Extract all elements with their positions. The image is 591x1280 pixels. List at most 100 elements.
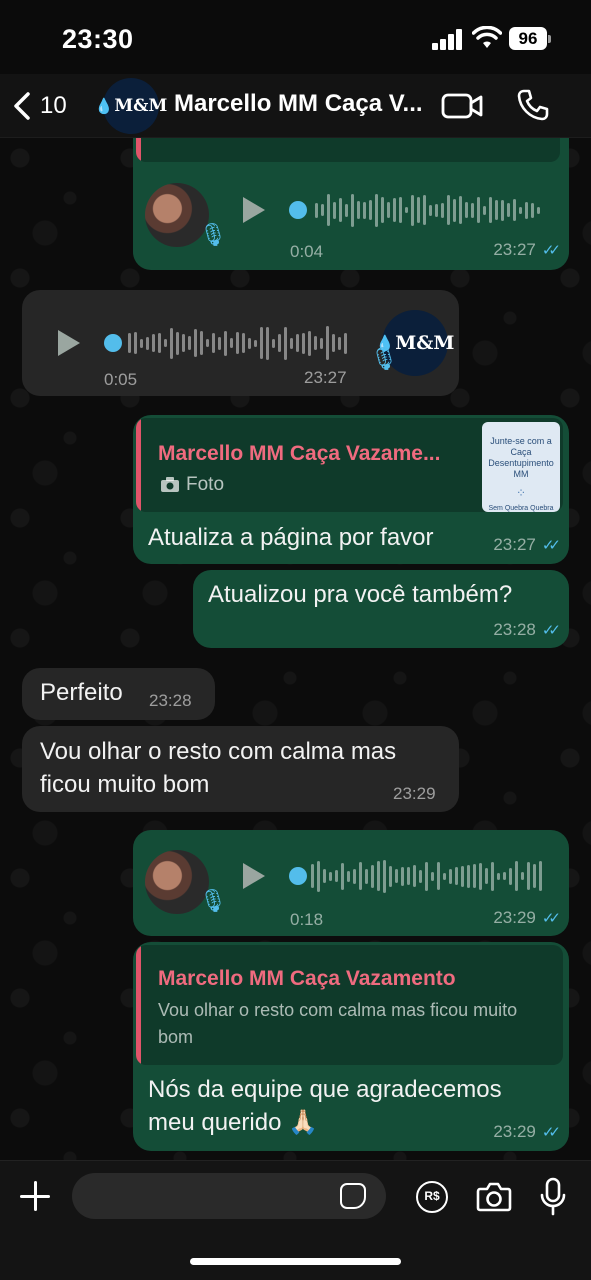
waveform-bar [477,197,480,223]
waveform-bar [317,860,320,892]
waveform-bar [164,339,167,347]
message-text: Atualiza a página por favor [148,524,434,551]
avatar-logo-text: M&M [114,96,168,116]
sticker-icon[interactable] [340,1183,366,1209]
waveform-bar [170,327,173,359]
message-meta: 23:27 ✓✓ [493,240,561,260]
waveform-bar [459,196,462,224]
message-input[interactable] [72,1173,386,1219]
voice-waveform[interactable] [315,190,540,230]
voice-progress-knob[interactable] [289,867,307,885]
waveform-bar [308,330,311,356]
play-button[interactable] [58,330,80,356]
waveform-bar [467,864,470,888]
thumb-dots: ⁘ [515,486,527,500]
video-call-icon[interactable] [441,91,483,121]
message-time: 23:28 [149,691,192,710]
message-bubble-incoming-voice[interactable]: 0:05 23:27 💧 M&M 🎙 [22,290,459,396]
waveform-bar [395,869,398,883]
waveform-bar [290,337,293,349]
waveform-bar [182,334,185,352]
payment-icon[interactable]: R$ [416,1181,448,1213]
microphone-icon[interactable] [540,1177,566,1217]
waveform-bar [369,200,372,220]
waveform-bar [311,864,314,888]
chat-title[interactable]: Marcello MM Caça V... [174,90,432,118]
waveform-bar [527,862,530,890]
waveform-bar [401,866,404,886]
voice-progress-knob[interactable] [104,334,122,352]
message-bubble-reply-text[interactable]: Marcello MM Caça Vazamento Vou olhar o r… [133,942,569,1151]
waveform-bar [489,197,492,223]
waveform-bar [323,869,326,883]
voice-duration: 0:05 [104,370,138,389]
quote-preview[interactable]: Marcello MM Caça Vazame... Foto Junte-se… [136,418,563,512]
signal-icon [432,28,464,50]
waveform-bar [206,339,209,347]
contact-avatar[interactable]: 💧 M&M [95,78,167,134]
waveform-bar [393,198,396,222]
quote-type: Foto [160,474,224,496]
waveform-bar [347,870,350,882]
waveform-bar [254,339,257,347]
waveform-bar [417,197,420,223]
waveform-bar [509,867,512,885]
message-bubble-reply-photo[interactable]: Marcello MM Caça Vazame... Foto Junte-se… [133,415,569,564]
waveform-bar [507,203,510,217]
battery-icon: 96 [509,27,547,50]
waveform-bar [491,861,494,891]
quote-photo-thumbnail: Junte-se com a Caça Desentupimento MM ⁘ … [482,422,560,512]
waveform-bar [327,194,330,226]
waveform-bar [533,864,536,888]
phone-call-icon[interactable] [516,88,550,122]
message-bubble-outgoing-voice[interactable]: 🎙 0:18 23:29 ✓✓ [133,830,569,936]
waveform-bar [224,330,227,356]
message-bubble-partial[interactable]: 🎙 0:04 23:27 ✓✓ [133,138,569,270]
quote-preview [136,138,560,162]
plus-icon[interactable] [18,1179,52,1213]
chat-header: 10 💧 M&M Marcello MM Caça V... [0,74,591,138]
waveform-bar [321,204,324,216]
quote-preview[interactable]: Marcello MM Caça Vazamento Vou olhar o r… [136,945,563,1065]
waveform-bar [377,861,380,891]
waveform-bar [473,864,476,888]
waveform-bar [405,207,408,213]
back-button[interactable]: 10 [12,86,67,126]
voice-duration: 0:04 [290,242,324,261]
message-meta: 23:28 [149,691,192,711]
message-time: 23:29 [493,1122,536,1141]
voice-waveform[interactable] [128,323,347,363]
read-ticks-icon: ✓✓ [541,537,561,554]
unread-count: 10 [40,92,67,119]
waveform-bar [134,332,137,354]
play-button[interactable] [243,197,265,223]
waveform-bar [513,199,516,221]
waveform-bar [345,203,348,217]
message-bubble-incoming[interactable]: Perfeito 23:28 [22,668,215,720]
message-meta: 23:29 ✓✓ [493,1122,561,1142]
play-button[interactable] [243,863,265,889]
waveform-bar [429,204,432,216]
waveform-bar [531,202,534,218]
voice-waveform[interactable] [311,856,542,896]
chevron-left-icon [14,92,30,120]
camera-icon[interactable] [476,1181,512,1213]
waveform-bar [140,338,143,348]
voice-progress-knob[interactable] [289,201,307,219]
waveform-bar [537,206,540,214]
waveform-bar [284,326,287,360]
message-bubble-incoming[interactable]: Vou olhar o resto com calma mas ficou mu… [22,726,459,812]
message-text: Nós da equipe que agradecemos meu querid… [148,1076,502,1136]
waveform-bar [357,201,360,219]
waveform-bar [302,332,305,354]
message-bubble-outgoing[interactable]: Atualizou pra você também? 23:28 ✓✓ [193,570,569,648]
waveform-bar [411,194,414,226]
waveform-bar [465,202,468,218]
waveform-bar [441,202,444,218]
waveform-bar [383,859,386,893]
waveform-bar [296,334,299,352]
waveform-bar [437,862,440,890]
message-time: 23:27 [304,368,347,387]
quote-bar [136,138,141,162]
waveform-bar [236,332,239,354]
